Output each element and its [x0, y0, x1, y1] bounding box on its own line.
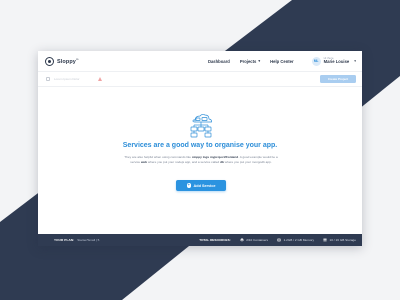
desc-command: sloppy logs myproject/frontend: [191, 155, 239, 159]
warning-icon[interactable]: [97, 77, 102, 81]
user-menu[interactable]: ML Hi there, Marie Louise ▾: [311, 56, 356, 66]
plan-value[interactable]: Starter/Small | 5: [77, 238, 99, 242]
plan-label: YOUR PLAN:: [54, 238, 75, 242]
project-toolbar: Lorem Ipsum Dolor Create Project: [38, 72, 362, 87]
empty-state-headline: Services are a good way to organise your…: [122, 142, 278, 149]
top-navigation: Sloppyio Dashboard Projects ▾ Help Center…: [38, 51, 362, 72]
chevron-down-icon: ▾: [258, 59, 261, 63]
nav-help-center[interactable]: Help Center: [270, 59, 294, 64]
containers-value: 2/10 Containers: [246, 238, 269, 242]
empty-state-description: They are also helpful when using command…: [124, 155, 278, 164]
nav-help-center-label: Help Center: [270, 58, 294, 64]
memory-stat: 1.2GB / 2 GB Memory: [277, 238, 314, 242]
brand-name: Sloppy: [57, 58, 76, 65]
plus-icon: +: [186, 182, 192, 188]
desc-text-1: They are also helpful when using command…: [124, 155, 192, 159]
nav-dashboard-label: Dashboard: [207, 58, 230, 64]
project-name[interactable]: Lorem Ipsum Dolor: [54, 77, 80, 81]
containers-stat: 2/10 Containers: [240, 238, 268, 242]
storage-value: 10 / 16 GB Storage: [329, 238, 357, 242]
services-illustration-icon: [190, 114, 212, 138]
create-project-button[interactable]: Create Project: [320, 75, 356, 83]
plan-info: YOUR PLAN: Starter/Small | 5: [54, 238, 99, 242]
chevron-down-icon: ▾: [354, 59, 356, 63]
nav-dashboard[interactable]: Dashboard: [208, 59, 230, 64]
resources-info: TOTAL RESOURCES: 2/10 Containers 1.2GB /…: [199, 238, 356, 242]
nav-projects-label: Projects: [239, 58, 257, 64]
desc-text-3: where you put your nodejs app, and a ser…: [147, 159, 221, 164]
add-service-button[interactable]: + Add Service: [176, 180, 226, 191]
add-service-label: Add Service: [193, 183, 216, 188]
user-name: Marie Louise: [323, 59, 350, 65]
resources-label: TOTAL RESOURCES:: [199, 238, 231, 242]
nav-projects[interactable]: Projects ▾: [240, 59, 260, 64]
storage-icon: [323, 238, 327, 242]
logo-icon: [45, 56, 54, 66]
app-window: Sloppyio Dashboard Projects ▾ Help Center…: [38, 51, 362, 246]
plan-footer: YOUR PLAN: Starter/Small | 5 TOTAL RESOU…: [38, 234, 362, 246]
brand-logo[interactable]: Sloppyio: [45, 56, 79, 66]
main-nav: Dashboard Projects ▾ Help Center ML Hi th…: [208, 56, 356, 66]
empty-state: Services are a good way to organise your…: [38, 87, 362, 234]
container-icon: [240, 238, 244, 242]
avatar: ML: [311, 56, 321, 66]
project-icon: [46, 77, 50, 81]
memory-value: 1.2GB / 2 GB Memory: [283, 238, 314, 242]
brand-suffix: io: [75, 57, 79, 62]
memory-icon: [277, 238, 281, 242]
desc-text-4: where you put your mongodb app.: [223, 159, 272, 164]
storage-stat: 10 / 16 GB Storage: [323, 238, 356, 242]
